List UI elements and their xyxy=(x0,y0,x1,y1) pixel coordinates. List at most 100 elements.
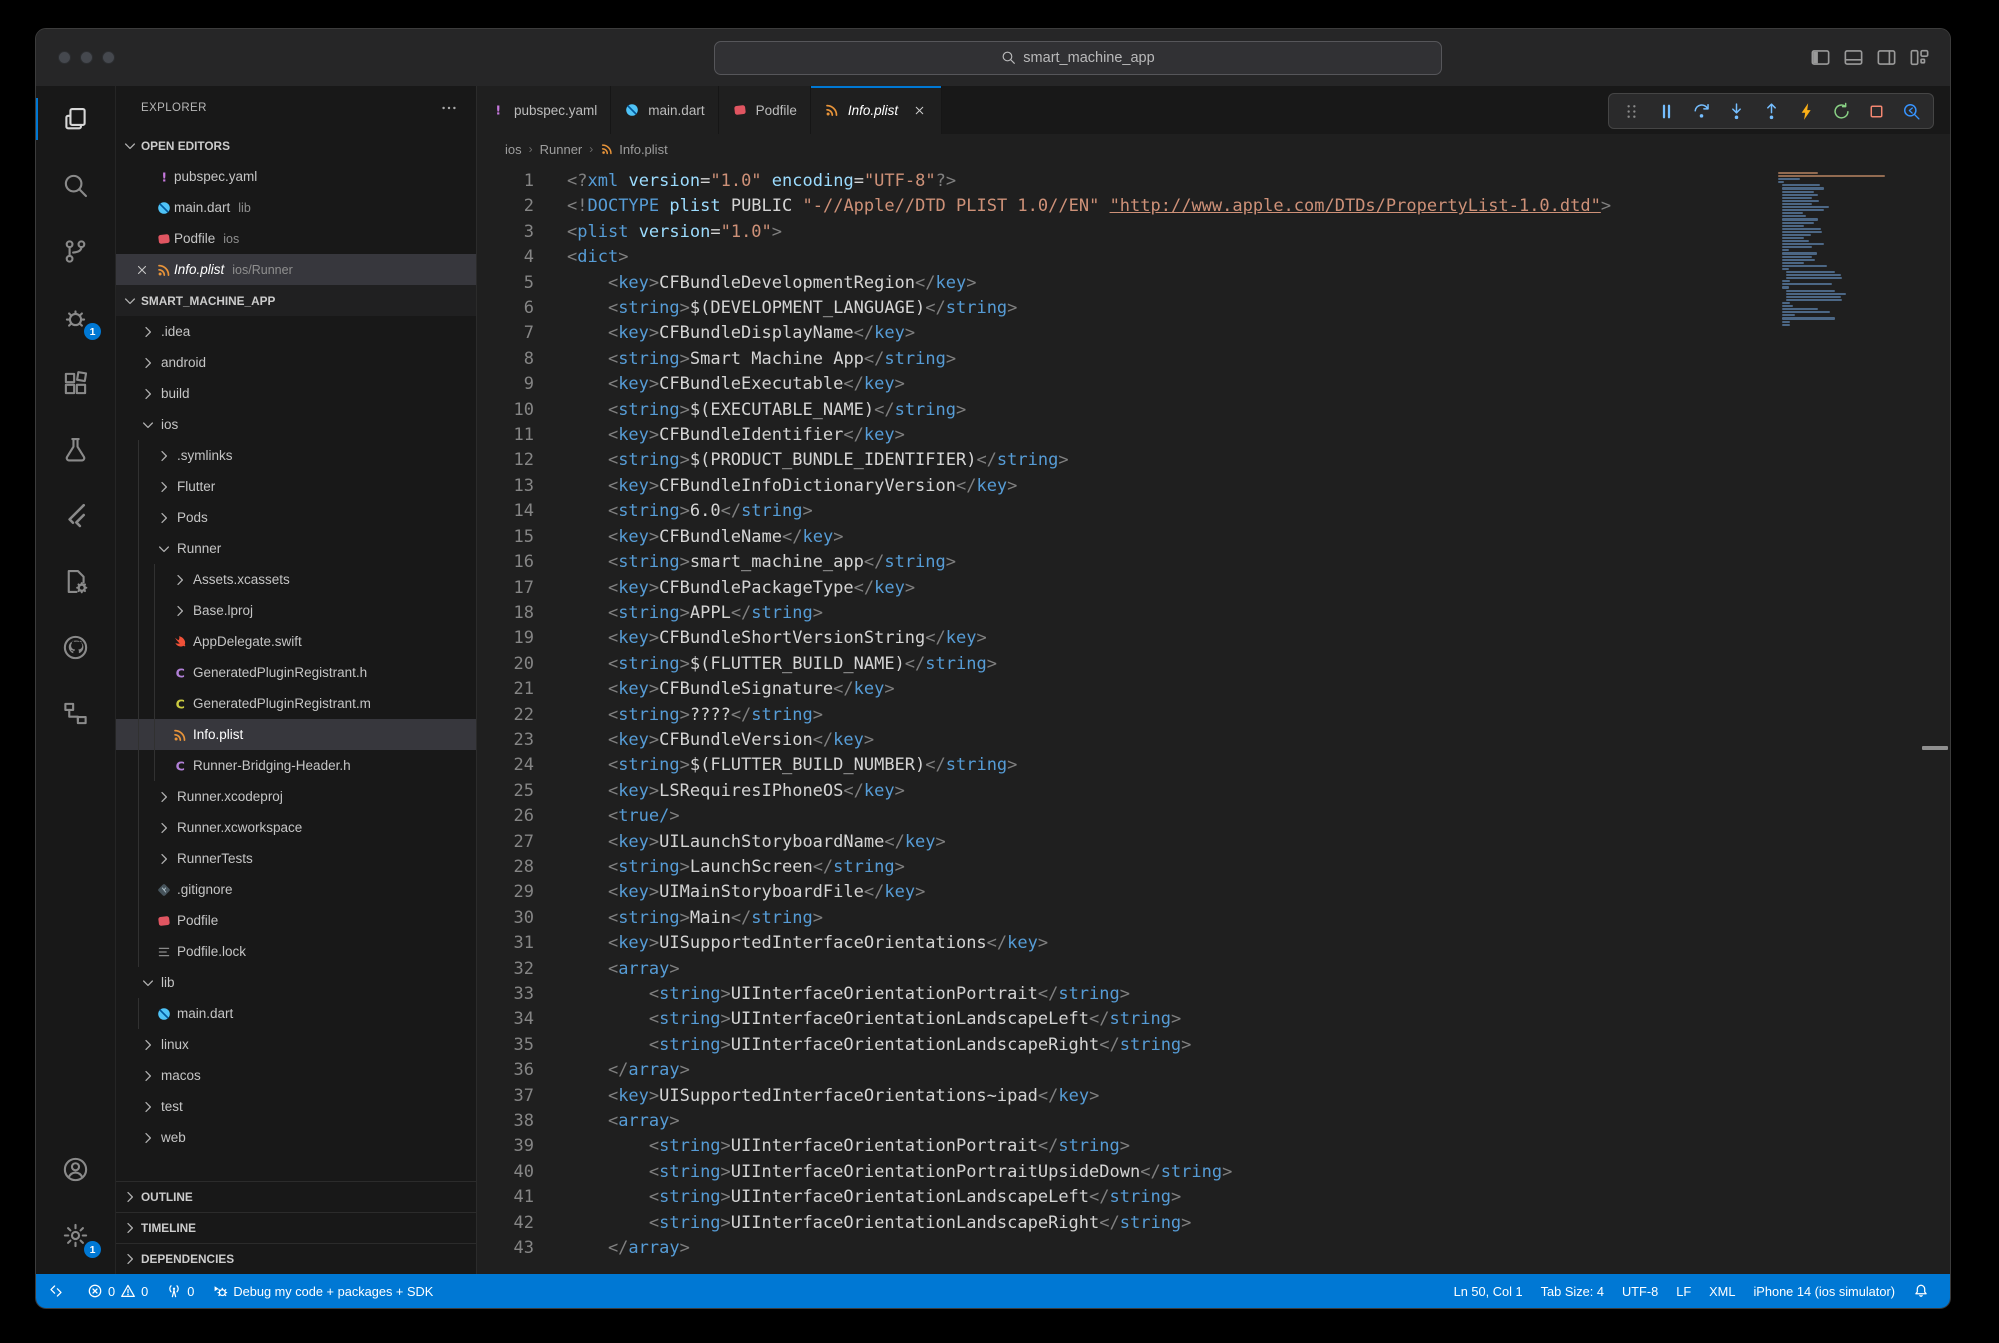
line-number: 12 xyxy=(477,448,534,473)
tab-main.dart[interactable]: main.dart xyxy=(611,86,718,134)
minimize-window-button[interactable] xyxy=(80,51,93,64)
customize-layout-button[interactable] xyxy=(1909,47,1930,68)
debug-config-status[interactable]: Debug my code + packages + SDK xyxy=(203,1274,442,1308)
section-dependencies[interactable]: DEPENDENCIES xyxy=(116,1243,476,1274)
ports-status[interactable]: 0 xyxy=(157,1274,203,1308)
tree-item-lib[interactable]: lib xyxy=(116,967,476,998)
open-editor-Podfile[interactable]: Podfileios xyxy=(116,223,476,254)
tree-item-Runner.xcworkspace[interactable]: Runner.xcworkspace xyxy=(116,812,476,843)
drag-button[interactable] xyxy=(1615,96,1647,126)
tree-item-.symlinks[interactable]: .symlinks xyxy=(116,440,476,471)
tree-item-test[interactable]: test xyxy=(116,1091,476,1122)
open-devtools-button[interactable] xyxy=(1895,96,1927,126)
breadcrumb-item-Runner[interactable]: Runner xyxy=(540,142,583,157)
more-actions-icon[interactable] xyxy=(440,99,458,117)
tree-item-ios[interactable]: ios xyxy=(116,409,476,440)
minimap-line xyxy=(1778,175,1885,177)
open-editor-pubspec.yaml[interactable]: !pubspec.yaml xyxy=(116,161,476,192)
code-content[interactable]: <?xml version="1.0" encoding="UTF-8"?><!… xyxy=(567,164,1950,1274)
tree-item-macos[interactable]: macos xyxy=(116,1060,476,1091)
indent-guide xyxy=(138,719,154,750)
tree-item-.idea[interactable]: .idea xyxy=(116,316,476,347)
tree-item-Runner.xcodeproj[interactable]: Runner.xcodeproj xyxy=(116,781,476,812)
restart-button[interactable] xyxy=(1825,96,1857,126)
cursor-position[interactable]: Ln 50, Col 1 xyxy=(1445,1274,1532,1308)
minimap-line xyxy=(1782,305,1793,307)
tab-size[interactable]: Tab Size: 4 xyxy=(1532,1274,1613,1308)
open-editor-Info.plist[interactable]: Info.plistios/Runner xyxy=(116,254,476,285)
line-number: 17 xyxy=(477,576,534,601)
tree-item-web[interactable]: web xyxy=(116,1122,476,1153)
tree-item-Base.lproj[interactable]: Base.lproj xyxy=(116,595,476,626)
step-into-button[interactable] xyxy=(1720,96,1752,126)
project-root-header[interactable]: SMART_MACHINE_APP xyxy=(116,285,476,316)
tree-item-Runner[interactable]: Runner xyxy=(116,533,476,564)
activity-item-github[interactable] xyxy=(36,614,115,680)
tree-item-Flutter[interactable]: Flutter xyxy=(116,471,476,502)
activity-item-settings[interactable]: 1 xyxy=(36,1202,115,1268)
zoom-window-button[interactable] xyxy=(102,51,115,64)
tree-item-android[interactable]: android xyxy=(116,347,476,378)
open-editor-main.dart[interactable]: main.dartlib xyxy=(116,192,476,223)
toggle-secondary-sidebar-button[interactable] xyxy=(1876,47,1897,68)
tree-item-GeneratedPluginRegistrant.h[interactable]: CGeneratedPluginRegistrant.h xyxy=(116,657,476,688)
tree-item-Assets.xcassets[interactable]: Assets.xcassets xyxy=(116,564,476,595)
tree-label: AppDelegate.swift xyxy=(193,634,302,649)
hot-reload-button[interactable] xyxy=(1790,96,1822,126)
encoding[interactable]: UTF-8 xyxy=(1613,1274,1667,1308)
tree-item-Podfile[interactable]: Podfile xyxy=(116,905,476,936)
breadcrumb-item-ios[interactable]: ios xyxy=(505,142,522,157)
notifications-bell[interactable] xyxy=(1904,1274,1938,1308)
tree-item-Runner-Bridging-Header.h[interactable]: CRunner-Bridging-Header.h xyxy=(116,750,476,781)
language-mode[interactable]: XML xyxy=(1700,1274,1744,1308)
device-selector[interactable]: iPhone 14 (ios simulator) xyxy=(1744,1274,1904,1308)
remote-indicator[interactable] xyxy=(36,1274,76,1308)
activity-item-explorer[interactable] xyxy=(36,86,115,152)
tree-item-GeneratedPluginRegistrant.m[interactable]: CGeneratedPluginRegistrant.m xyxy=(116,688,476,719)
breadcrumb-label: Info.plist xyxy=(619,142,667,157)
activity-item-run-config[interactable] xyxy=(36,548,115,614)
tab-Podfile[interactable]: Podfile xyxy=(719,86,811,134)
tab-Info.plist[interactable]: Info.plist xyxy=(811,86,942,134)
tree-item-AppDelegate.swift[interactable]: AppDelegate.swift xyxy=(116,626,476,657)
tree-item-Info.plist[interactable]: Info.plist xyxy=(116,719,476,750)
section-outline[interactable]: OUTLINE xyxy=(116,1181,476,1212)
indent-guide xyxy=(138,595,154,626)
close-icon[interactable] xyxy=(910,101,928,119)
activity-item-source-control[interactable] xyxy=(36,218,115,284)
activity-item-search[interactable] xyxy=(36,152,115,218)
activity-item-run-and-debug[interactable]: 1 xyxy=(36,284,115,350)
breadcrumb-item-Info.plist[interactable]: Info.plist xyxy=(600,142,667,157)
toggle-panel-button[interactable] xyxy=(1843,47,1864,68)
activity-item-accounts[interactable] xyxy=(36,1136,115,1202)
step-out-button[interactable] xyxy=(1755,96,1787,126)
stop-button[interactable] xyxy=(1860,96,1892,126)
open-editors-header[interactable]: OPEN EDITORS xyxy=(116,130,476,161)
scrollbar-handle[interactable] xyxy=(1922,746,1948,750)
tree-item-Pods[interactable]: Pods xyxy=(116,502,476,533)
tree-item-Podfile.lock[interactable]: Podfile.lock xyxy=(116,936,476,967)
tab-pubspec.yaml[interactable]: !pubspec.yaml xyxy=(477,86,611,134)
close-icon[interactable] xyxy=(130,263,154,277)
activity-item-extensions[interactable] xyxy=(36,350,115,416)
activity-item-testing[interactable] xyxy=(36,416,115,482)
code-editor[interactable]: 1234567891011121314151617181920212223242… xyxy=(477,164,1950,1274)
command-center-search[interactable]: smart_machine_app xyxy=(714,41,1442,75)
toggle-primary-sidebar-button[interactable] xyxy=(1810,47,1831,68)
eol[interactable]: LF xyxy=(1667,1274,1700,1308)
activity-item-references[interactable] xyxy=(36,680,115,746)
tree-item-main.dart[interactable]: main.dart xyxy=(116,998,476,1029)
tree-item-.gitignore[interactable]: .gitignore xyxy=(116,874,476,905)
activity-item-flutter[interactable] xyxy=(36,482,115,548)
minimap[interactable] xyxy=(1778,172,1930,327)
step-over-button[interactable] xyxy=(1685,96,1717,126)
problems-status[interactable]: 0 0 xyxy=(78,1274,157,1308)
section-timeline[interactable]: TIMELINE xyxy=(116,1212,476,1243)
tree-item-build[interactable]: build xyxy=(116,378,476,409)
line-number-gutter[interactable]: 1234567891011121314151617181920212223242… xyxy=(477,164,567,1274)
minimap-line xyxy=(1782,203,1812,205)
tree-item-RunnerTests[interactable]: RunnerTests xyxy=(116,843,476,874)
close-window-button[interactable] xyxy=(58,51,71,64)
pause-button[interactable] xyxy=(1650,96,1682,126)
tree-item-linux[interactable]: linux xyxy=(116,1029,476,1060)
